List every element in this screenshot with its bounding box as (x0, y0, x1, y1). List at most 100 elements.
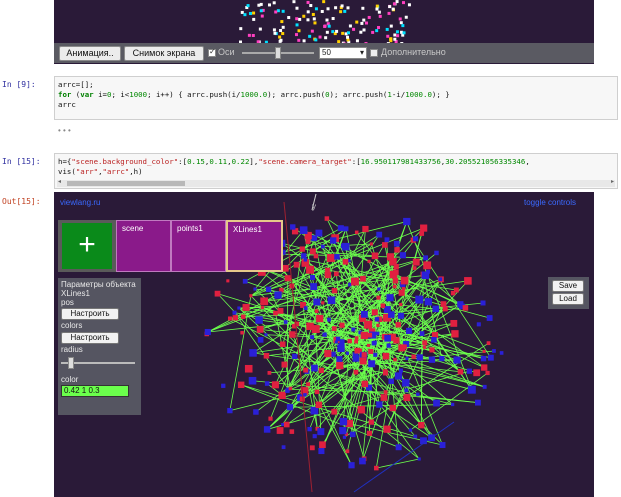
load-button[interactable]: Load (552, 293, 584, 305)
scene-point (486, 341, 491, 346)
scene-point (248, 376, 257, 385)
scene-point (336, 356, 343, 363)
horizontal-scrollbar[interactable]: ◂ ▸ (57, 178, 615, 187)
save-button[interactable]: Save (552, 280, 584, 292)
scene-point (355, 20, 359, 24)
scene-point (301, 253, 307, 259)
scene-point (246, 4, 250, 8)
axes-checkbox[interactable] (208, 47, 216, 57)
scene-point (405, 356, 409, 360)
configure-pos-button[interactable]: Настроить (61, 308, 119, 320)
scene-point (313, 298, 321, 306)
scene-point (273, 310, 278, 316)
object-name: XLines1 (61, 289, 90, 298)
tab-label: XLines1 (233, 225, 262, 234)
scene-point (383, 390, 388, 394)
scene-point (281, 422, 285, 427)
scene-point (351, 277, 359, 286)
code-cell-input[interactable]: arrc=[]; for (var i=0; i<1000; i++) { ar… (54, 76, 618, 120)
scene-point (249, 349, 257, 357)
toggle-controls-link[interactable]: toggle controls (524, 198, 576, 207)
scene-point (326, 7, 330, 11)
extra-checkbox[interactable] (370, 49, 378, 57)
radius-slider-handle[interactable] (68, 357, 74, 369)
scene-point (321, 301, 325, 305)
scene-point (244, 364, 253, 373)
scene-point (313, 253, 319, 259)
scene-point (374, 317, 380, 322)
scene-point (310, 29, 314, 33)
brand-link[interactable]: viewlang.ru (60, 198, 100, 207)
scene-point (232, 310, 237, 315)
scene-point (439, 442, 446, 448)
scene-point (306, 265, 315, 274)
scene-point (450, 319, 458, 327)
scene-point (322, 0, 326, 4)
scene-point (279, 29, 283, 33)
scene-point (337, 344, 345, 353)
scene-point (309, 248, 316, 255)
tab-points1[interactable]: points1 (171, 220, 226, 272)
scene-point (398, 368, 403, 373)
scene-point (345, 351, 350, 355)
scene-point (308, 34, 312, 38)
screenshot-button[interactable]: Снимок экрана (124, 46, 204, 61)
scene-point (314, 389, 320, 395)
scene-point (318, 447, 325, 455)
scene-point (480, 300, 486, 306)
scene-point (368, 360, 376, 368)
scene-point (403, 394, 411, 402)
tab-scene[interactable]: scene (116, 220, 171, 272)
scene-point (341, 242, 350, 251)
scroll-left-icon[interactable]: ◂ (58, 178, 61, 185)
scene-point (242, 278, 248, 284)
configure-colors-button[interactable]: Настроить (61, 332, 119, 344)
scene-point (416, 354, 423, 361)
scene-point (423, 255, 429, 261)
scene-point (382, 242, 388, 248)
scene-point (482, 384, 487, 389)
scene-point (331, 17, 335, 21)
scene-point (364, 320, 373, 329)
scene-point (315, 229, 323, 237)
add-object-button[interactable]: + (62, 223, 112, 269)
scene-point (348, 24, 352, 28)
scene-point (376, 231, 383, 238)
speed-slider-handle[interactable] (275, 47, 281, 59)
scene-point (352, 27, 356, 31)
scene-point (395, 444, 402, 451)
scene-point (480, 355, 487, 362)
scene-point (378, 14, 382, 18)
collapsed-output-ellipsis[interactable]: • • • (58, 126, 71, 135)
scene-point (492, 349, 496, 353)
code-cell-input[interactable]: h={"scene.background_color":[0.15,0.11,0… (54, 153, 618, 189)
scene-point (237, 381, 245, 389)
tab-xlines1[interactable]: XLines1 (226, 220, 283, 272)
cell-prompt: In [9]: (2, 80, 36, 89)
scene-point (334, 6, 338, 10)
scene-line (241, 384, 399, 448)
animation-button[interactable]: Анимация.. (59, 46, 121, 61)
speed-select[interactable]: 50 ▾ (319, 47, 367, 59)
scene-point (306, 10, 310, 14)
scene-point (312, 17, 316, 21)
scene-point (393, 33, 397, 37)
scene-point (281, 445, 286, 450)
scene-point (259, 9, 263, 13)
scene-point (228, 316, 233, 321)
scene-point (260, 305, 265, 310)
color-input[interactable]: 0.42 1 0.3 (61, 385, 129, 397)
scene-point (331, 288, 338, 294)
scene-point (431, 337, 437, 343)
scrollbar-thumb[interactable] (67, 181, 185, 186)
scene-point (450, 402, 455, 407)
scene-point (386, 294, 394, 302)
scene-point (366, 430, 373, 436)
scene-point (298, 17, 302, 21)
scroll-right-icon[interactable]: ▸ (611, 178, 614, 185)
scene-point (303, 306, 308, 311)
scene-point (423, 345, 427, 349)
code-line: arrc (58, 100, 76, 109)
scene-point (249, 294, 253, 298)
scene-point (360, 21, 364, 25)
